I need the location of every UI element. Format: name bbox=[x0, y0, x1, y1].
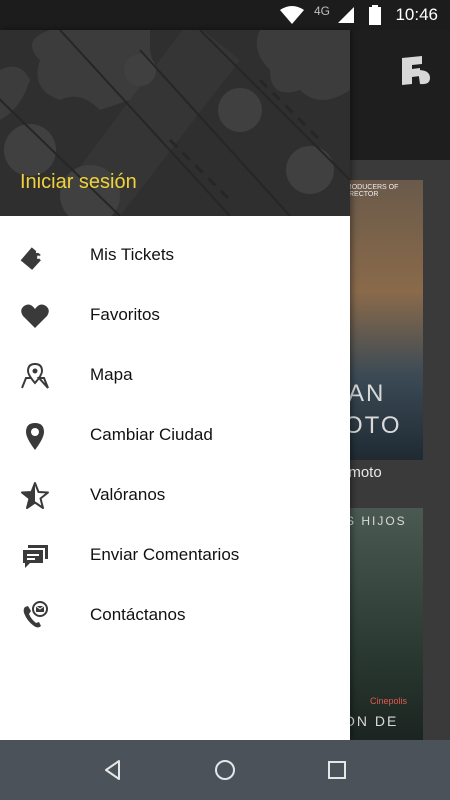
drawer-header: Iniciar sesión bbox=[0, 30, 350, 216]
status-bar: 4G 10:46 bbox=[0, 0, 450, 30]
recents-icon[interactable] bbox=[325, 758, 349, 782]
menu-item-favoritos[interactable]: Favoritos bbox=[0, 286, 350, 346]
clock: 10:46 bbox=[395, 5, 438, 24]
back-icon[interactable] bbox=[101, 758, 125, 782]
contact-icon bbox=[23, 601, 48, 628]
half-star-icon bbox=[21, 482, 49, 509]
login-link[interactable]: Iniciar sesión bbox=[20, 171, 137, 194]
menu-item-label: Valóranos bbox=[90, 485, 166, 504]
battery-icon bbox=[369, 5, 381, 25]
poster-title-line: OTO bbox=[344, 412, 402, 439]
menu-item-label: Mapa bbox=[90, 365, 133, 384]
map-icon bbox=[21, 362, 49, 389]
signal-icon bbox=[338, 7, 354, 23]
menu-item-cambiar-ciudad[interactable]: Cambiar Ciudad bbox=[0, 406, 350, 466]
menu-item-enviar-comentarios[interactable]: Enviar Comentarios bbox=[0, 526, 350, 586]
poster-credit: Cinepolis bbox=[370, 696, 408, 706]
ticket-icon bbox=[20, 247, 41, 270]
wifi-icon bbox=[280, 6, 304, 24]
menu-item-mis-tickets[interactable]: Mis Tickets bbox=[0, 226, 350, 286]
poster-title-line: AN bbox=[348, 380, 386, 407]
location-pin-icon bbox=[26, 423, 44, 450]
menu-item-valoranos[interactable]: Valóranos bbox=[0, 466, 350, 526]
poster-top-text: PRODUCERS OF DIRECTOR bbox=[342, 184, 399, 198]
navigation-drawer: Iniciar sesión Mis Tickets Favoritos Map… bbox=[0, 30, 350, 740]
menu-item-label: Favoritos bbox=[90, 305, 160, 324]
movie-poster[interactable]: S HIJOS Cinepolis ON DE bbox=[340, 508, 423, 740]
app-logo-icon bbox=[402, 56, 430, 85]
home-icon[interactable] bbox=[213, 758, 237, 782]
feedback-icon bbox=[23, 545, 48, 568]
poster-title: S HIJOS bbox=[346, 514, 407, 528]
heart-icon bbox=[21, 304, 49, 328]
menu-item-label: Mis Tickets bbox=[90, 245, 175, 264]
network-type: 4G bbox=[314, 4, 331, 18]
movie-poster[interactable]: PRODUCERS OF DIRECTOR AN OTO bbox=[340, 180, 423, 460]
menu-item-mapa[interactable]: Mapa bbox=[0, 346, 350, 406]
menu-item-label: Contáctanos bbox=[90, 605, 186, 624]
menu-item-label: Cambiar Ciudad bbox=[90, 425, 213, 444]
menu-item-contactanos[interactable]: Contáctanos bbox=[0, 586, 350, 646]
menu-item-label: Enviar Comentarios bbox=[90, 545, 240, 564]
poster-bottom-text: ON DE bbox=[344, 713, 399, 729]
system-nav-bar bbox=[0, 740, 450, 800]
